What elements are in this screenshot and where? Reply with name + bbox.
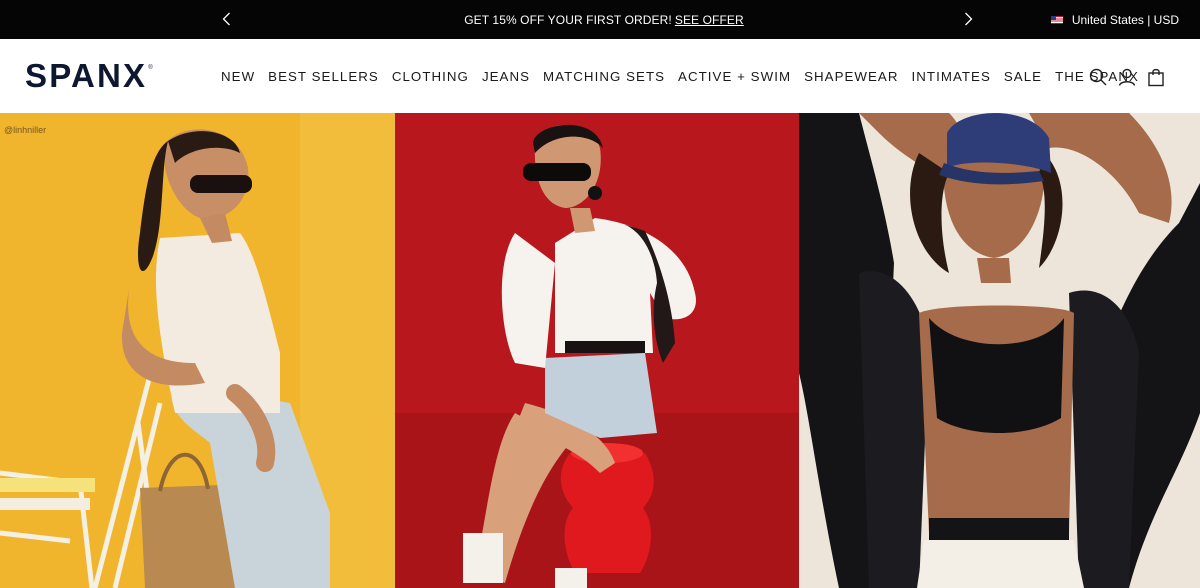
announcement-bar: GET 15% OFF YOUR FIRST ORDER! SEE OFFER … (0, 0, 1200, 39)
site-header: SPANX ® NEW BEST SELLERS CLOTHING JEANS … (0, 39, 1200, 113)
model-yellow-illustration (0, 113, 395, 588)
nav-item-intimates[interactable]: INTIMATES (912, 69, 991, 84)
bag-icon (1148, 68, 1164, 87)
chevron-left-icon (222, 12, 230, 26)
locale-selector[interactable]: United States | USD (1050, 0, 1179, 39)
nav-item-clothing[interactable]: CLOTHING (392, 69, 469, 84)
main-nav: NEW BEST SELLERS CLOTHING JEANS MATCHING… (221, 39, 1139, 113)
hero-banner: @linhniller (0, 113, 1200, 588)
spanx-logo[interactable]: SPANX ® (25, 58, 153, 94)
search-icon (1089, 68, 1107, 86)
nav-item-active-swim[interactable]: ACTIVE + SWIM (678, 69, 791, 84)
nav-item-best-sellers[interactable]: BEST SELLERS (268, 69, 379, 84)
nav-item-matching-sets[interactable]: MATCHING SETS (543, 69, 665, 84)
neutral-active-photo[interactable] (799, 113, 1200, 588)
announcement-next-button[interactable] (957, 8, 979, 30)
logo-registered-mark: ® (148, 65, 153, 71)
nav-item-sale[interactable]: SALE (1004, 69, 1042, 84)
nav-item-jeans[interactable]: JEANS (482, 69, 530, 84)
logo-text: SPANX (25, 57, 148, 94)
announcement-prev-button[interactable] (215, 8, 237, 30)
us-flag-icon (1050, 15, 1063, 24)
see-offer-link[interactable]: SEE OFFER (675, 13, 744, 27)
red-lifestyle-photo[interactable] (395, 113, 799, 588)
chevron-right-icon (964, 12, 972, 26)
photo-credit-handle: @linhniller (4, 125, 47, 135)
nav-item-shapewear[interactable]: SHAPEWEAR (804, 69, 898, 84)
account-icon (1118, 68, 1136, 86)
locale-label: United States | USD (1071, 12, 1179, 27)
cart-button[interactable] (1145, 66, 1167, 88)
model-neutral-illustration (799, 113, 1200, 588)
promo-message: GET 15% OFF YOUR FIRST ORDER! SEE OFFER (0, 0, 1200, 39)
header-actions (1080, 65, 1167, 89)
search-button[interactable] (1087, 66, 1109, 88)
yellow-lifestyle-photo[interactable]: @linhniller (0, 113, 395, 588)
model-red-illustration (395, 113, 799, 588)
promo-text: GET 15% OFF YOUR FIRST ORDER! (464, 12, 672, 27)
nav-item-new[interactable]: NEW (221, 69, 255, 84)
account-button[interactable] (1116, 66, 1138, 88)
